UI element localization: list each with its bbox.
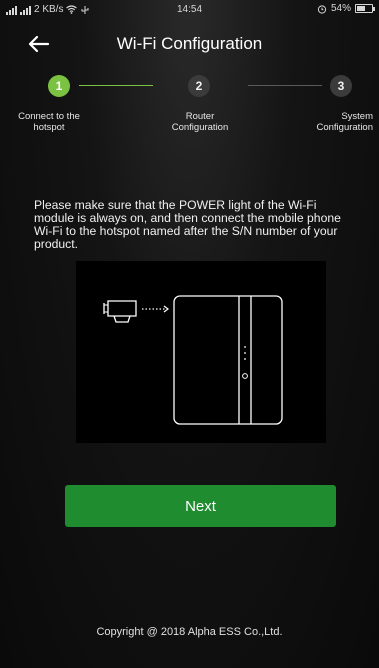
next-button[interactable]: Next	[65, 485, 336, 527]
status-bar: 2 KB/s 14:54 54%	[0, 0, 379, 22]
inverter-device-icon	[173, 295, 283, 425]
step-connector-2	[248, 85, 322, 86]
step-1-label: Connect to the hotspot	[18, 111, 80, 133]
step-3-circle: 3	[330, 75, 352, 97]
battery-fill	[357, 6, 365, 11]
alarm-icon	[317, 4, 327, 14]
insert-arrow-icon	[142, 305, 169, 313]
battery-percent: 54%	[330, 3, 351, 14]
wifi-config-screen: 2 KB/s 14:54 54% Wi-Fi Configuration 1 2…	[0, 0, 379, 668]
step-2-circle: 2	[188, 75, 210, 97]
page-title: Wi-Fi Configuration	[116, 34, 263, 53]
header: Wi-Fi Configuration	[0, 22, 379, 66]
battery-icon	[355, 4, 375, 13]
step-3-label: System Configuration	[316, 111, 373, 133]
wifi-dongle-icon	[103, 300, 137, 323]
stepper: 1 2 3 Connect to the hotspot Router Conf…	[0, 72, 379, 142]
step-1-circle: 1	[48, 75, 70, 97]
step-connector-1	[79, 85, 153, 86]
instructions-text: Please make sure that the POWER light of…	[34, 198, 341, 251]
illustration	[76, 261, 326, 443]
step-2-label: Router Configuration	[171, 111, 229, 133]
status-right: 54%	[317, 3, 375, 14]
copyright-text: Copyright @ 2018 Alpha ESS Co.,Ltd.	[96, 626, 283, 638]
